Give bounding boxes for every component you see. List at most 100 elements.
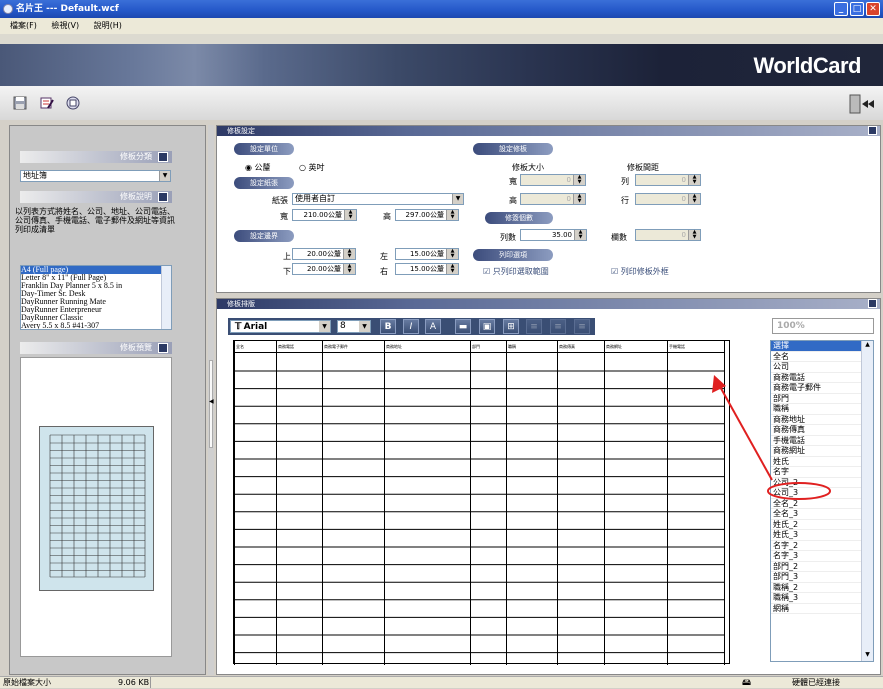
menu-help[interactable]: 說明(H) — [94, 21, 122, 30]
field-item[interactable]: 商務傳真 — [771, 425, 861, 436]
height-value: 297.00公釐 — [405, 211, 445, 219]
unit-inch-label: 英吋 — [308, 163, 325, 172]
close-button[interactable]: ✕ — [866, 2, 880, 16]
field-item[interactable]: 姓氏 — [771, 457, 861, 467]
preview-thumbnail — [39, 426, 154, 591]
template-height-value: 0 — [566, 195, 571, 203]
field-item[interactable]: 職稱_3 — [771, 593, 861, 604]
col-gap-value: 0 — [681, 176, 686, 184]
width-input[interactable]: 210.00公釐 ▲ ▼ — [292, 209, 357, 221]
field-item[interactable]: 全名_2 — [771, 499, 861, 509]
menu-file[interactable]: 檔案(F) — [10, 21, 37, 30]
collapse-icon[interactable] — [158, 343, 168, 353]
field-item[interactable]: 名字_2 — [771, 541, 861, 551]
field-item[interactable]: 職稱_2 — [771, 583, 861, 593]
left-margin-input[interactable]: 15.00公釐 ▲ ▼ — [395, 248, 459, 260]
paper-section: 設定紙張 — [234, 177, 294, 189]
field-item[interactable]: 商務電話 — [771, 373, 861, 383]
scroll-up-icon[interactable]: ▲ — [862, 341, 873, 351]
field-item[interactable]: 部門_2 — [771, 562, 861, 572]
field-item[interactable]: 網稱 — [771, 604, 861, 614]
font-size-value: 8 — [340, 321, 346, 331]
align-left-button[interactable]: ≡ — [526, 319, 542, 334]
align-center-button[interactable]: ≡ — [550, 319, 566, 334]
app-icon — [3, 4, 13, 14]
field-item[interactable]: 名字 — [771, 467, 861, 478]
chevron-down-icon[interactable]: ▼ — [452, 194, 463, 204]
edit-template-icon[interactable] — [40, 96, 54, 110]
font-color-button[interactable]: A — [425, 319, 441, 334]
chevron-down-icon[interactable]: ▼ — [359, 321, 370, 332]
zoom-field[interactable]: 100% — [772, 318, 874, 334]
field-list-scrollbar[interactable]: ▲ ▼ — [861, 341, 873, 661]
paper-select[interactable]: 使用者自訂 ▼ — [292, 193, 464, 205]
field-list[interactable]: 選擇 全名 公司 商務電話 商務電子郵件 部門 職稱 商務地址 商務傳真 手機電話 商務網址 姓氏 名字… — [770, 340, 874, 662]
field-item[interactable]: 選擇 — [771, 341, 861, 352]
field-item[interactable]: 全名_3 — [771, 509, 861, 520]
scanner-icon: 🖴 — [742, 678, 752, 688]
bold-button[interactable]: B — [380, 319, 396, 334]
cols-input[interactable]: 0 ▲ ▼ — [635, 229, 701, 241]
collapse-icon[interactable] — [868, 299, 877, 308]
field-item[interactable]: 商務電子郵件 — [771, 383, 861, 394]
line-color-button[interactable]: ▬ — [455, 319, 471, 334]
print-border-checkbox[interactable]: ☑ 列印修板外框 — [611, 266, 669, 277]
rows-value: 35.00 — [551, 231, 572, 239]
list-item[interactable]: Avery 5.5 x 8.5 #41-307 — [21, 322, 171, 330]
font-select[interactable]: 𝕋 Arial ▼ — [230, 320, 331, 333]
save-icon[interactable] — [13, 96, 27, 110]
template-width-input[interactable]: 0 ▲ ▼ — [520, 174, 586, 186]
collapse-icon[interactable] — [158, 192, 168, 202]
field-item[interactable]: 全名 — [771, 352, 861, 362]
chevron-down-icon[interactable]: ▼ — [319, 321, 330, 332]
right-margin-input[interactable]: 15.00公釐 ▲ ▼ — [395, 263, 459, 275]
field-item[interactable]: 公司_2 — [771, 478, 861, 488]
italic-button[interactable]: I — [403, 319, 419, 334]
fill-color-button[interactable]: ▣ — [479, 319, 495, 334]
row-gap-input[interactable]: 0 ▲ ▼ — [635, 193, 701, 205]
field-item[interactable]: 名字_3 — [771, 551, 861, 562]
field-item[interactable]: 姓氏_3 — [771, 530, 861, 541]
field-item[interactable]: 職稱 — [771, 404, 861, 415]
layout-grid[interactable]: 全名 商務電話 商務電子郵件 商務地址 部門 職稱 商務傳真 商務網址 手機電話 — [233, 340, 730, 665]
font-size-select[interactable]: 8 ▼ — [337, 320, 371, 333]
print-border-label: 列印修板外框 — [620, 267, 669, 276]
maximize-button[interactable]: □ — [850, 2, 864, 16]
col-gap-input[interactable]: 0 ▲ ▼ — [635, 174, 701, 186]
template-size-label: 修板大小 — [512, 163, 544, 172]
align-right-button[interactable]: ≡ — [574, 319, 590, 334]
left-margin-value: 15.00公釐 — [409, 250, 444, 258]
list-scrollbar[interactable] — [161, 266, 171, 329]
unit-inch-radio[interactable]: ○ 英吋 — [299, 162, 325, 173]
collapse-arrow-icon[interactable]: ◀ — [209, 398, 214, 405]
field-item[interactable]: 公司_3 — [771, 488, 861, 499]
field-item[interactable]: 部門 — [771, 394, 861, 404]
height-input[interactable]: 297.00公釐 ▲ ▼ — [395, 209, 459, 221]
print-preview-icon[interactable] — [66, 96, 80, 110]
field-item[interactable]: 部門_3 — [771, 572, 861, 583]
border-button[interactable]: ⊞ — [503, 319, 519, 334]
collapse-icon[interactable] — [868, 126, 877, 135]
minimize-button[interactable]: _ — [834, 2, 848, 16]
bottom-margin-input[interactable]: 20.00公釐 ▲ ▼ — [292, 263, 356, 275]
top-margin-input[interactable]: 20.00公釐 ▲ ▼ — [292, 248, 356, 260]
field-item[interactable]: 公司 — [771, 362, 861, 373]
scroll-down-icon[interactable]: ▼ — [862, 651, 873, 661]
field-item[interactable]: 姓氏_2 — [771, 520, 861, 530]
print-selection-checkbox[interactable]: ☑ 只列印選取範圍 — [483, 266, 549, 277]
field-item[interactable]: 商務地址 — [771, 415, 861, 425]
template-height-input[interactable]: 0 ▲ ▼ — [520, 193, 586, 205]
field-item[interactable]: 手機電話 — [771, 436, 861, 446]
field-item[interactable]: 商務網址 — [771, 446, 861, 457]
print-selection-label: 只列印選取範圍 — [492, 267, 549, 276]
chevron-down-icon[interactable]: ▼ — [159, 171, 170, 181]
template-list[interactable]: A4 (Full page) Letter 8" x 11" (Full Pag… — [20, 265, 172, 330]
template-width-value: 0 — [566, 176, 571, 184]
exit-icon[interactable] — [848, 94, 876, 114]
collapse-icon[interactable] — [158, 152, 168, 162]
menu-view[interactable]: 檢視(V) — [51, 21, 79, 30]
rows-input[interactable]: 35.00 ▲ ▼ — [520, 229, 587, 241]
unit-cm-radio[interactable]: ◉ 公釐 — [245, 162, 271, 173]
left-label: 左 — [380, 252, 388, 261]
category-select[interactable]: 地址簿 ▼ — [20, 170, 171, 182]
